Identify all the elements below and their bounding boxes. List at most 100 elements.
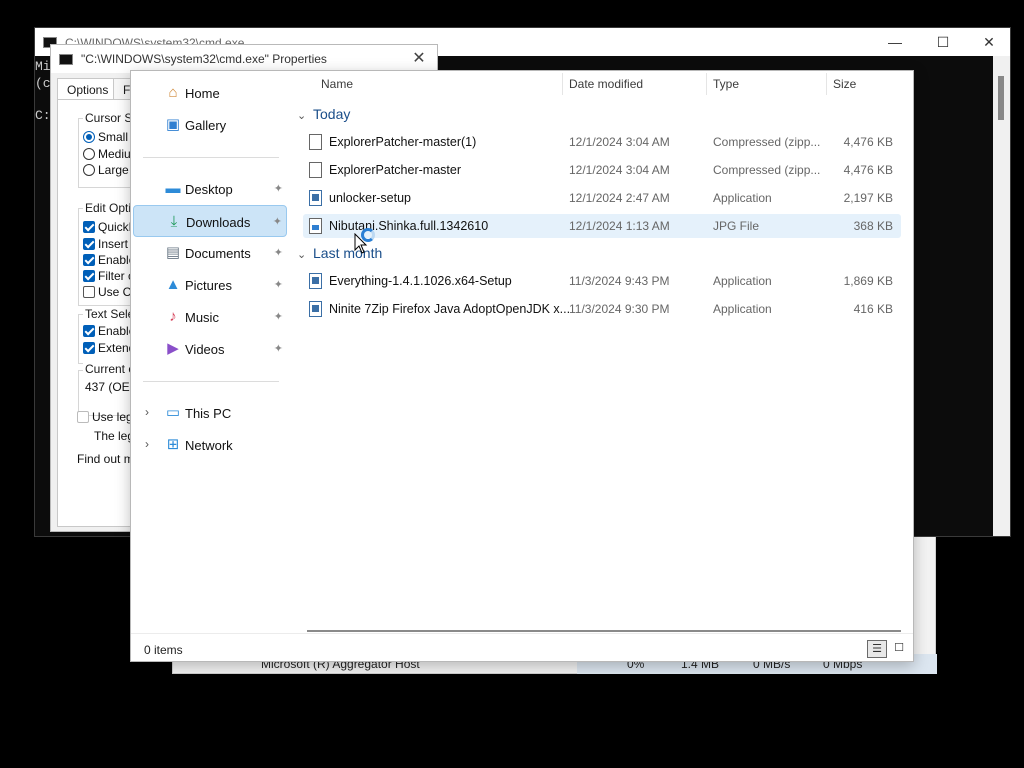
sidebar-item-music[interactable]: ♪ Music ✦ [133,301,287,333]
file-name: Everything-1.4.1.1026.x64-Setup [329,274,512,288]
file-date: 11/3/2024 9:43 PM [569,274,670,288]
network-icon: ⊞ [166,436,180,453]
cmd-app-icon [59,54,73,65]
sidebar-item-documents[interactable]: ▤ Documents ✦ [133,237,287,269]
zip-file-icon [309,162,322,178]
cursor-size-small[interactable]: Small [83,130,128,144]
file-type: Application [713,191,772,205]
file-row[interactable]: Everything-1.4.1.1026.x64-Setup 11/3/202… [303,269,901,293]
file-date: 12/1/2024 3:04 AM [569,163,670,177]
documents-icon: ▤ [165,244,181,261]
sidebar-item-label: Home [185,86,220,101]
close-button[interactable]: ✕ [969,32,1009,52]
downloads-icon: ⤓ [170,213,178,230]
file-size: 4,476 KB [843,163,893,177]
radio-icon [83,164,95,176]
tab-options[interactable]: Options [57,78,119,100]
sidebar-item-this-pc[interactable]: › ▭ This PC [133,397,287,429]
checkbox-icon [77,411,89,423]
checkbox-icon [83,286,95,298]
maximize-button[interactable]: ☐ [923,32,963,52]
sidebar-item-label: Videos [185,342,225,357]
file-name: ExplorerPatcher-master [329,163,461,177]
application-icon [309,190,322,206]
file-row[interactable]: Nibutani.Shinka.full.1342610 12/1/2024 1… [303,214,901,238]
chevron-right-icon[interactable]: › [145,405,149,419]
status-bar: 0 items ☰ ☐ [131,633,913,661]
file-name: ExplorerPatcher-master(1) [329,135,477,149]
file-size: 368 KB [853,219,893,233]
cmd-line-2: (c [35,76,51,91]
sidebar-item-label: Music [185,310,219,325]
chevron-down-icon: ⌄ [297,110,307,122]
music-icon: ♪ [169,308,177,325]
sidebar-item-pictures[interactable]: ▲ Pictures ✦ [133,269,287,301]
file-size: 416 KB [853,302,893,316]
file-date: 12/1/2024 1:13 AM [569,219,670,233]
application-icon [309,301,322,317]
pin-icon: ✦ [273,183,283,195]
sidebar-item-downloads[interactable]: ⤓ Downloads ✦ [133,205,287,237]
cursor-size-large-label: Large [98,163,129,177]
cmd-line-1: Mi [35,59,51,74]
sidebar-item-gallery[interactable]: ▣ Gallery [133,109,287,141]
file-size: 1,869 KB [843,274,893,288]
file-size: 4,476 KB [843,135,893,149]
group-header-today[interactable]: ⌄ Today [297,106,350,122]
column-header-name[interactable]: Name [321,77,353,91]
sidebar-item-network[interactable]: › ⊞ Network [133,429,287,461]
home-icon: ⌂ [168,84,178,101]
pin-icon: ✦ [273,343,283,355]
checkbox-icon [83,221,95,233]
properties-title: "C:\WINDOWS\system32\cmd.exe" Properties [81,52,327,66]
sidebar-item-label: This PC [185,406,232,421]
enable-ctrl-checkbox[interactable]: Enable [83,253,135,267]
videos-icon: ▶ [167,340,179,357]
minimize-button[interactable]: — [875,32,915,52]
radio-icon [83,148,95,160]
file-size: 2,197 KB [843,191,893,205]
filter-clipboard-checkbox[interactable]: Filter cl [83,269,137,283]
file-row[interactable]: ExplorerPatcher-master 12/1/2024 3:04 AM… [303,158,901,182]
file-row[interactable]: unlocker-setup 12/1/2024 2:47 AM Applica… [303,186,901,210]
column-header-size[interactable]: Size [833,77,856,91]
extend-selection-checkbox[interactable]: Extend [83,341,135,355]
column-header-date[interactable]: Date modified [569,77,643,91]
column-separator[interactable] [826,73,827,95]
file-date: 12/1/2024 2:47 AM [569,191,670,205]
close-button[interactable]: ✕ [409,49,429,69]
column-separator[interactable] [562,73,563,95]
cursor-size-large[interactable]: Large [83,163,129,177]
file-row[interactable]: ExplorerPatcher-master(1) 12/1/2024 3:04… [303,130,901,154]
use-ctrl-checkbox[interactable]: Use Ct [83,285,135,299]
sidebar-item-desktop[interactable]: ▬ Desktop ✦ [133,173,287,205]
file-row[interactable]: Ninite 7Zip Firefox Java AdoptOpenJDK x.… [303,297,901,321]
properties-titlebar[interactable]: "C:\WINDOWS\system32\cmd.exe" Properties… [51,45,437,73]
cmd-scrollbar[interactable] [993,56,1010,536]
details-view-button[interactable]: ☰ [867,640,887,658]
sidebar-item-home[interactable]: ⌂ Home [133,77,287,109]
pin-icon: ✦ [273,247,283,259]
file-list: Name Date modified Type Size ⌄ Today Expl… [291,71,915,631]
sidebar-item-videos[interactable]: ▶ Videos ✦ [133,333,287,365]
checkbox-icon [83,342,95,354]
file-date: 11/3/2024 9:30 PM [569,302,670,316]
enable-selection-checkbox[interactable]: Enable [83,324,135,338]
nav-divider [143,157,279,158]
checkbox-icon [83,238,95,250]
column-separator[interactable] [706,73,707,95]
file-type: JPG File [713,219,760,233]
file-type: Compressed (zipp... [713,135,821,149]
sidebar-item-label: Documents [185,246,251,261]
column-header-type[interactable]: Type [713,77,739,91]
scrollbar-thumb[interactable] [998,76,1004,120]
tiles-view-button[interactable]: ☐ [889,640,909,658]
chevron-right-icon[interactable]: › [145,437,149,451]
file-type: Compressed (zipp... [713,163,821,177]
pin-icon: ✦ [273,279,283,291]
sidebar-item-label: Downloads [186,215,251,230]
quickedit-checkbox[interactable]: QuickE [83,220,137,234]
cursor-size-small-label: Small [98,130,129,144]
zip-file-icon [309,134,322,150]
horizontal-scrollbar[interactable] [307,630,901,632]
